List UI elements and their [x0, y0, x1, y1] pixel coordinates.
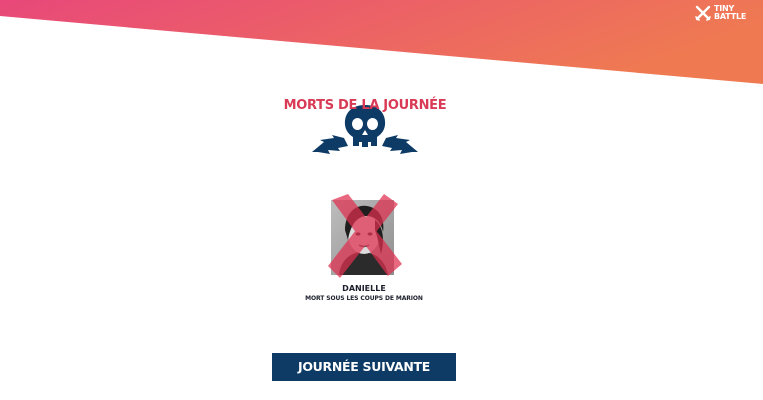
crossed-swords-icon: [695, 5, 711, 21]
logo-wordmark: TINY BATTLE: [714, 5, 746, 21]
logo-line-2: BATTLE: [714, 12, 747, 21]
death-cause: MORT SOUS LES COUPS DE MARION: [305, 295, 423, 302]
next-day-button[interactable]: JOURNÉE SUIVANTE: [272, 353, 456, 381]
victim-card: DANIELLE MORT SOUS LES COUPS DE MARION: [290, 194, 438, 310]
dead-cross-icon: [328, 194, 402, 278]
top-banner: [0, 0, 763, 84]
game-screen: TINY BATTLE MORTS DE LA JOURNÉE DANIELLE…: [0, 0, 763, 400]
victim-name: DANIELLE: [342, 284, 386, 293]
tiny-battle-logo[interactable]: TINY BATTLE: [695, 4, 755, 24]
deaths-heading: MORTS DE LA JOURNÉE: [270, 96, 460, 162]
page-title: MORTS DE LA JOURNÉE: [283, 98, 447, 113]
